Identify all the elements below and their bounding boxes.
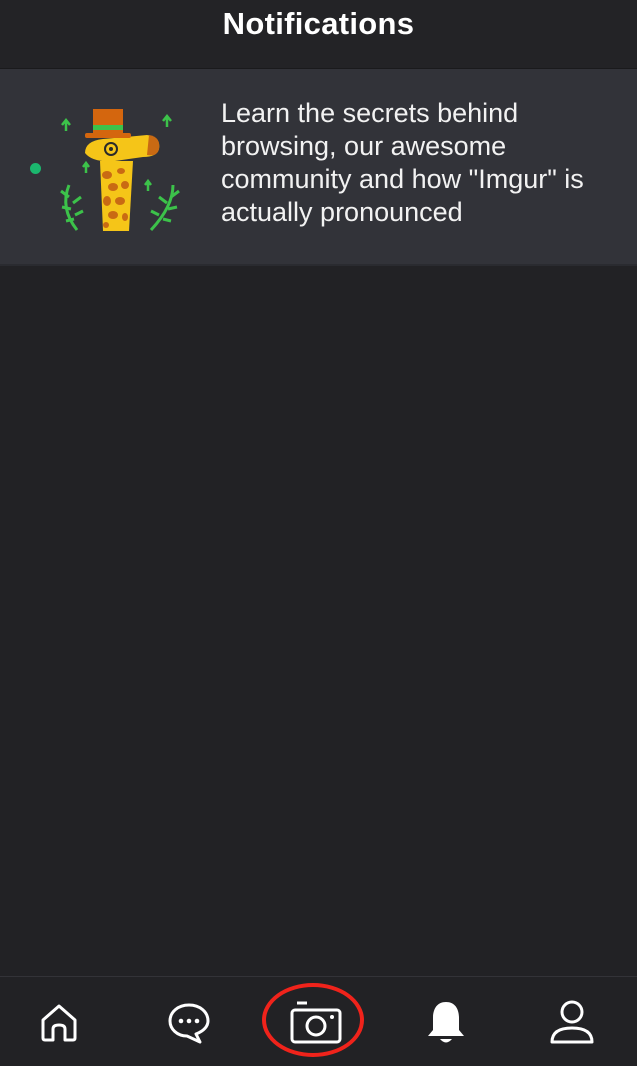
tab-notifications[interactable] [406,977,486,1066]
notifications-screen: Notifications Learn the secrets behind b… [0,0,637,1066]
notification-text: Learn the secrets behind browsing, our a… [221,98,584,227]
header-bar: Notifications [0,0,637,69]
tab-camera[interactable] [276,977,356,1066]
user-icon [550,1000,594,1044]
chat-bubble-icon [168,1003,210,1044]
tab-home[interactable] [19,977,99,1066]
page-title: Notifications [222,6,415,41]
notification-item[interactable]: Learn the secrets behind browsing, our a… [0,69,637,266]
tab-profile[interactable] [532,977,612,1066]
giraffe-mascot-icon [60,109,180,231]
camera-icon [290,1001,342,1044]
bottom-tab-bar [0,976,637,1066]
unread-dot-icon [30,163,41,174]
bell-icon [428,1002,464,1043]
tab-chat[interactable] [149,977,229,1066]
home-icon [41,1004,77,1042]
